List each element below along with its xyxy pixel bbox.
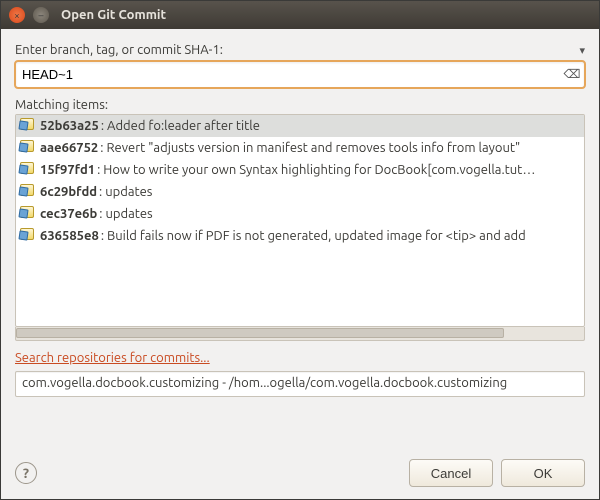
- cancel-button[interactable]: Cancel: [409, 459, 493, 487]
- commit-sha: aae66752: [40, 141, 98, 155]
- commit-message: : updates: [99, 185, 152, 199]
- window-title: Open Git Commit: [61, 8, 166, 22]
- ref-input[interactable]: [15, 61, 585, 88]
- horizontal-scrollbar[interactable]: [15, 327, 585, 341]
- commit-icon: [20, 118, 36, 134]
- clear-input-icon[interactable]: ⌫: [565, 68, 579, 82]
- list-item[interactable]: aae66752 : Revert "adjusts version in ma…: [16, 137, 584, 159]
- commit-icon: [20, 206, 36, 222]
- minimize-icon[interactable]: –: [33, 7, 49, 23]
- help-icon[interactable]: ?: [15, 462, 37, 484]
- search-repositories-link[interactable]: Search repositories for commits...: [15, 351, 585, 365]
- commit-icon: [20, 228, 36, 244]
- input-label: Enter branch, tag, or commit SHA-1:: [15, 43, 223, 57]
- commit-icon: [20, 184, 36, 200]
- commit-icon: [20, 140, 36, 156]
- commit-sha: 15f97fd1: [40, 163, 95, 177]
- dialog-content: Enter branch, tag, or commit SHA-1: ▾ ⌫ …: [1, 29, 599, 499]
- list-item[interactable]: 52b63a25 : Added fo:leader after title: [16, 115, 584, 137]
- commit-sha: 6c29bfdd: [40, 185, 97, 199]
- dialog-footer: ? Cancel OK: [15, 459, 585, 487]
- close-icon[interactable]: ×: [9, 7, 25, 23]
- list-item[interactable]: 636585e8 : Build fails now if PDF is not…: [16, 225, 584, 247]
- list-item[interactable]: 6c29bfdd : updates: [16, 181, 584, 203]
- commit-package: [com.vogella.tut…: [427, 163, 535, 177]
- commit-message: : Build fails now if PDF is not generate…: [101, 229, 526, 243]
- matching-items-list[interactable]: 52b63a25 : Added fo:leader after title a…: [15, 114, 585, 327]
- repository-path[interactable]: com.vogella.docbook.customizing - /hom..…: [15, 371, 585, 397]
- scrollbar-thumb[interactable]: [16, 328, 504, 338]
- dialog-window: × – Open Git Commit Enter branch, tag, o…: [0, 0, 600, 500]
- matching-items-label: Matching items:: [15, 98, 585, 112]
- commit-message: : Added fo:leader after title: [101, 119, 260, 133]
- commit-sha: 52b63a25: [40, 119, 99, 133]
- commit-sha: cec37e6b: [40, 207, 97, 221]
- commit-message: : How to write your own Syntax highlight…: [97, 163, 427, 177]
- commit-sha: 636585e8: [40, 229, 99, 243]
- titlebar[interactable]: × – Open Git Commit: [1, 1, 599, 29]
- list-item[interactable]: cec37e6b : updates: [16, 203, 584, 225]
- chevron-down-icon[interactable]: ▾: [579, 44, 585, 57]
- ok-button[interactable]: OK: [501, 459, 585, 487]
- commit-icon: [20, 162, 36, 178]
- commit-message: : updates: [99, 207, 152, 221]
- commit-message: : Revert "adjusts version in manifest an…: [100, 141, 520, 155]
- list-item[interactable]: 15f97fd1 : How to write your own Syntax …: [16, 159, 584, 181]
